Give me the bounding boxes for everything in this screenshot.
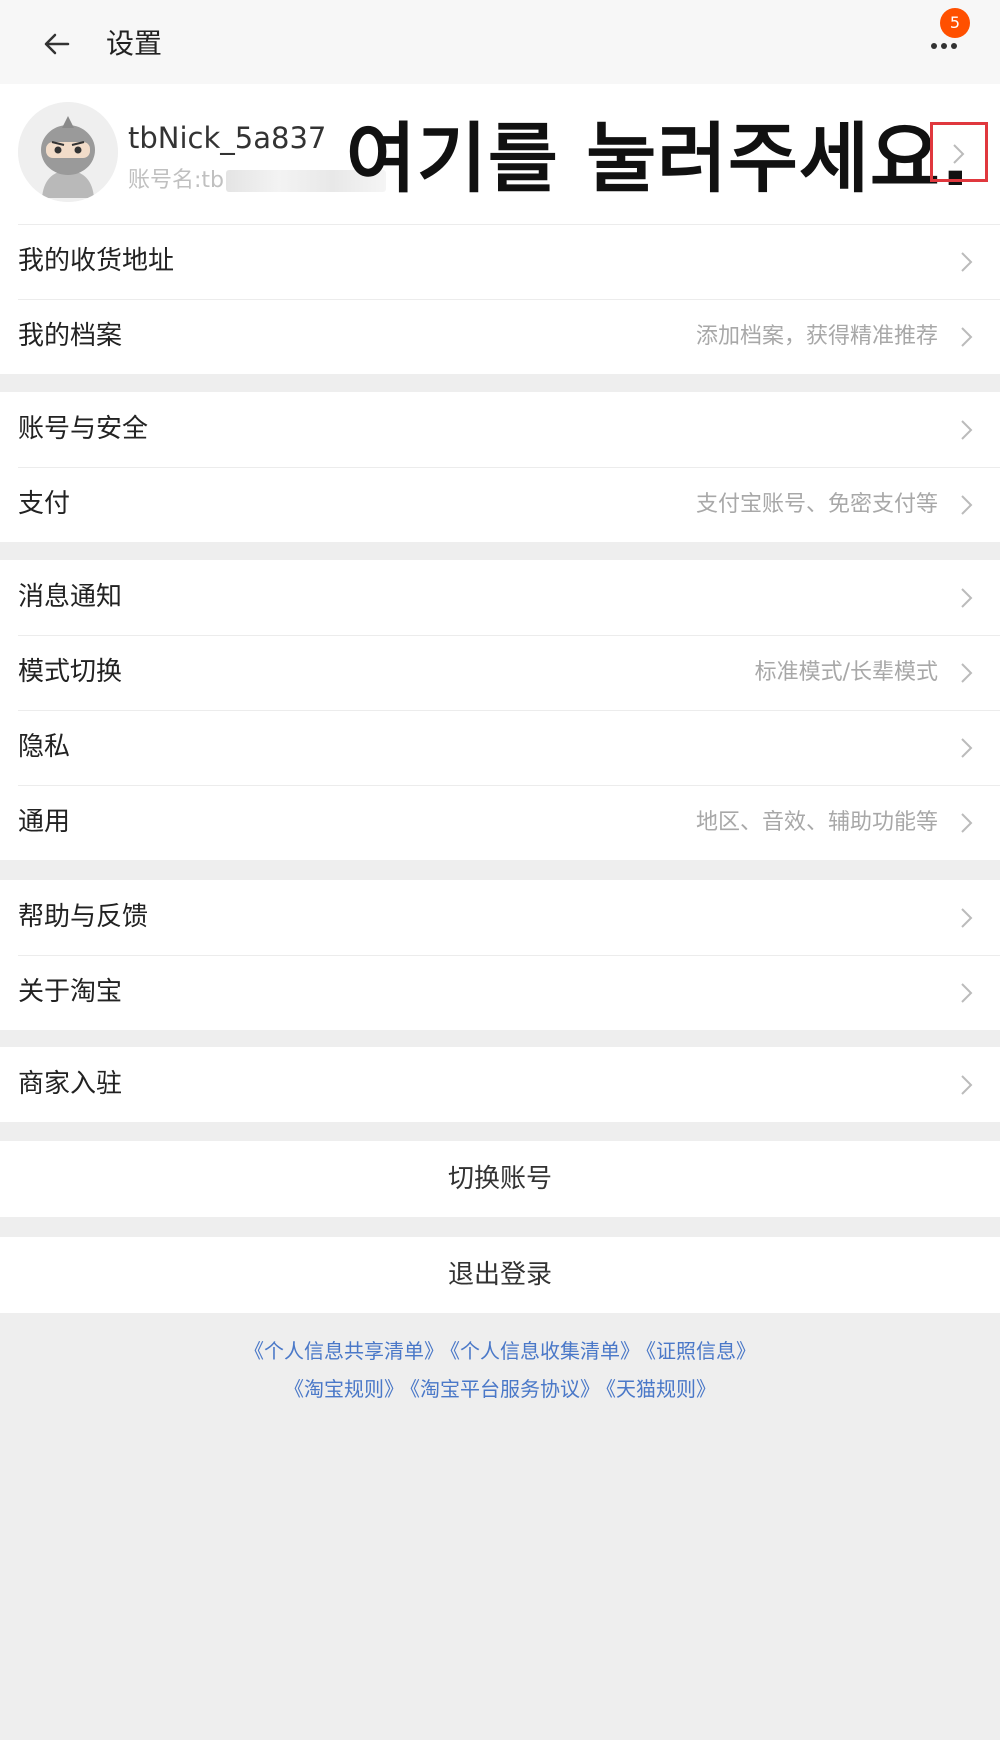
chevron-right-icon [961,420,973,440]
ninja-avatar-icon [18,102,118,202]
profile-chevron-highlight[interactable] [930,122,988,182]
row-merchant-join[interactable]: 商家入驻 [0,1047,1000,1122]
row-help-feedback[interactable]: 帮助与反馈 [0,880,1000,955]
row-label: 支付 [18,489,71,519]
row-label: 模式切换 [18,657,123,687]
chevron-right-icon [961,813,973,833]
settings-group-address: 我的收货地址 我的档案 添加档案，获得精准推荐 [0,224,1000,374]
link-taobao-rules[interactable]: 《淘宝规则》 [284,1377,404,1401]
link-info-collection-list[interactable]: 《个人信息收集清单》 [450,1339,640,1363]
annotation-text: 여기를 눌러주세요. [346,114,971,203]
row-label: 帮助与反馈 [18,902,149,932]
row-hint: 添加档案，获得精准推荐 [695,324,938,349]
row-label: 消息通知 [18,582,123,612]
row-privacy[interactable]: 隐私 [0,710,1000,785]
page-title: 设置 [106,27,163,60]
footer-links-line: 《个人信息共享清单》 《个人信息收集清单》 《证照信息》 [0,1332,1000,1370]
settings-group-general: 消息通知 模式切换 标准模式/长辈模式 隐私 通用 地区、音效、辅助功能等 [0,560,1000,860]
row-general[interactable]: 通用 地区、音效、辅助功能等 [0,785,1000,860]
chevron-right-icon [961,588,973,608]
switch-account-button[interactable]: 切换账号 [0,1141,1000,1217]
footer-links-line: 《淘宝规则》 《淘宝平台服务协议》 《天猫规则》 [0,1370,1000,1408]
settings-group-help: 帮助与反馈 关于淘宝 [0,880,1000,1030]
row-payment[interactable]: 支付 支付宝账号、免密支付等 [0,467,1000,542]
chevron-right-icon [961,495,973,515]
row-mode-switch[interactable]: 模式切换 标准模式/长辈模式 [0,635,1000,710]
back-arrow-icon[interactable] [36,24,76,64]
row-label: 隐私 [18,732,71,762]
chevron-right-icon [961,738,973,758]
row-shipping-address[interactable]: 我的收货地址 [0,224,1000,299]
chevron-right-icon [953,144,965,164]
chevron-right-icon [961,983,973,1003]
chevron-right-icon [961,327,973,347]
link-tmall-rules[interactable]: 《天猫规则》 [606,1377,716,1401]
notification-badge: 5 [940,8,970,38]
profile-row[interactable]: tbNick_5a837 账号名:tb 여기를 눌러주세요. [0,84,1000,224]
row-label: 我的档案 [18,321,123,351]
row-notifications[interactable]: 消息通知 [0,560,1000,635]
avatar[interactable] [18,102,118,202]
row-label: 商家入驻 [18,1069,123,1099]
row-label: 通用 [18,807,71,837]
row-about-taobao[interactable]: 关于淘宝 [0,955,1000,1030]
row-hint: 地区、音效、辅助功能等 [695,810,938,835]
link-platform-service-agreement[interactable]: 《淘宝平台服务协议》 [410,1377,600,1401]
row-hint: 标准模式/长辈模式 [754,660,938,685]
link-info-sharing-list[interactable]: 《个人信息共享清单》 [244,1339,444,1363]
row-label: 关于淘宝 [18,977,123,1007]
row-account-security[interactable]: 账号与安全 [0,392,1000,467]
chevron-right-icon [961,1075,973,1095]
row-label: 我的收货地址 [18,246,175,276]
footer-links: 《个人信息共享清单》 《个人信息收集清单》 《证照信息》 《淘宝规则》 《淘宝平台服务… [0,1332,1000,1408]
row-hint: 支付宝账号、免密支付等 [695,492,938,517]
row-label: 账号与安全 [18,414,149,444]
top-bar: 设置 5 [0,0,1000,84]
settings-group-merchant: 商家入驻 [0,1047,1000,1122]
logout-button[interactable]: 退出登录 [0,1237,1000,1313]
settings-group-account: 账号与安全 支付 支付宝账号、免密支付等 [0,392,1000,542]
chevron-right-icon [961,663,973,683]
nickname: tbNick_5a837 [128,121,327,155]
row-my-profile[interactable]: 我的档案 添加档案，获得精准推荐 [0,299,1000,374]
account-name-prefix: 账号名:tb [128,168,225,193]
chevron-right-icon [961,252,973,272]
link-license-info[interactable]: 《证照信息》 [646,1339,756,1363]
chevron-right-icon [961,908,973,928]
